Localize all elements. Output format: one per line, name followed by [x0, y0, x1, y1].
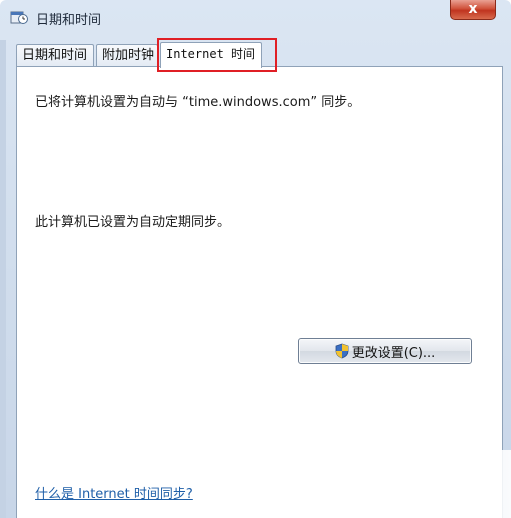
- tab-date-time[interactable]: 日期和时间: [16, 44, 94, 66]
- tab-additional-clocks[interactable]: 附加时钟: [96, 44, 158, 66]
- tab-panel-internet-time: [16, 66, 503, 518]
- title-bar[interactable]: 日期和时间 x: [0, 0, 511, 36]
- clock-calendar-icon: [10, 9, 28, 25]
- uac-shield-icon: [335, 343, 349, 359]
- help-link-internet-time-sync[interactable]: 什么是 Internet 时间同步?: [35, 483, 193, 502]
- date-time-dialog: 日期和时间 x 日期和时间 附加时钟 Internet 时间 已将计算机设置为自…: [0, 0, 511, 518]
- change-settings-label: 更改设置(C)...: [351, 345, 436, 361]
- window-title: 日期和时间: [36, 13, 102, 28]
- window-frame-edge: [0, 40, 6, 518]
- change-settings-button[interactable]: 更改设置(C)...: [298, 338, 472, 364]
- sync-status-text: 已将计算机设置为自动与 “time.windows.com” 同步。: [35, 95, 361, 110]
- schedule-status-text: 此计算机已设置为自动定期同步。: [35, 215, 231, 230]
- highlight-box: [157, 38, 277, 72]
- close-icon: x: [468, 1, 478, 17]
- close-button[interactable]: x: [450, 0, 496, 20]
